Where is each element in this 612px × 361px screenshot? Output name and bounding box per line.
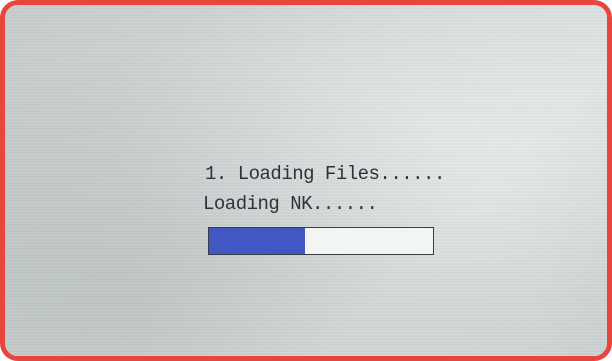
loading-step-text: 1. Loading Files......: [205, 163, 445, 185]
monitor-screen: 1. Loading Files...... Loading NK......: [5, 5, 607, 356]
progress-bar: [208, 227, 434, 255]
loading-status-text: Loading NK......: [203, 193, 378, 215]
photo-frame: 1. Loading Files...... Loading NK......: [0, 0, 612, 361]
progress-bar-fill: [209, 228, 306, 254]
